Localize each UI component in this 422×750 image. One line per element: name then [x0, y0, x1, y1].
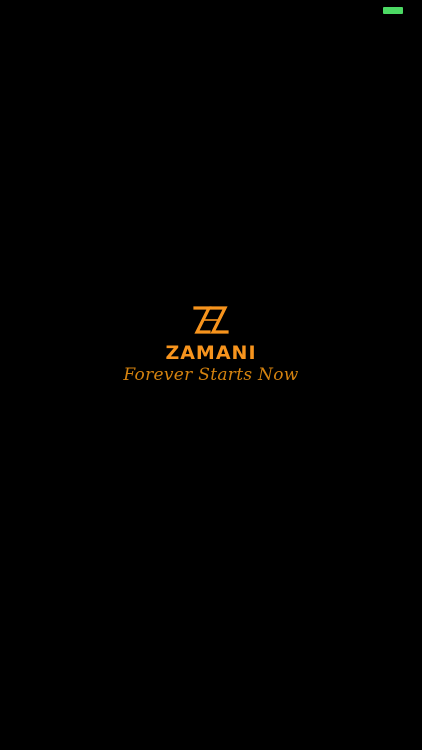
tagline: Forever Starts Now: [123, 365, 299, 385]
splash-content: ZAMANI Forever Starts Now: [0, 304, 422, 385]
status-bar: [0, 0, 422, 22]
brand-name: ZAMANI: [165, 342, 257, 364]
battery-icon: [383, 7, 403, 14]
zamani-logo-icon: [193, 306, 229, 334]
splash-screen: ZAMANI Forever Starts Now: [0, 0, 422, 750]
